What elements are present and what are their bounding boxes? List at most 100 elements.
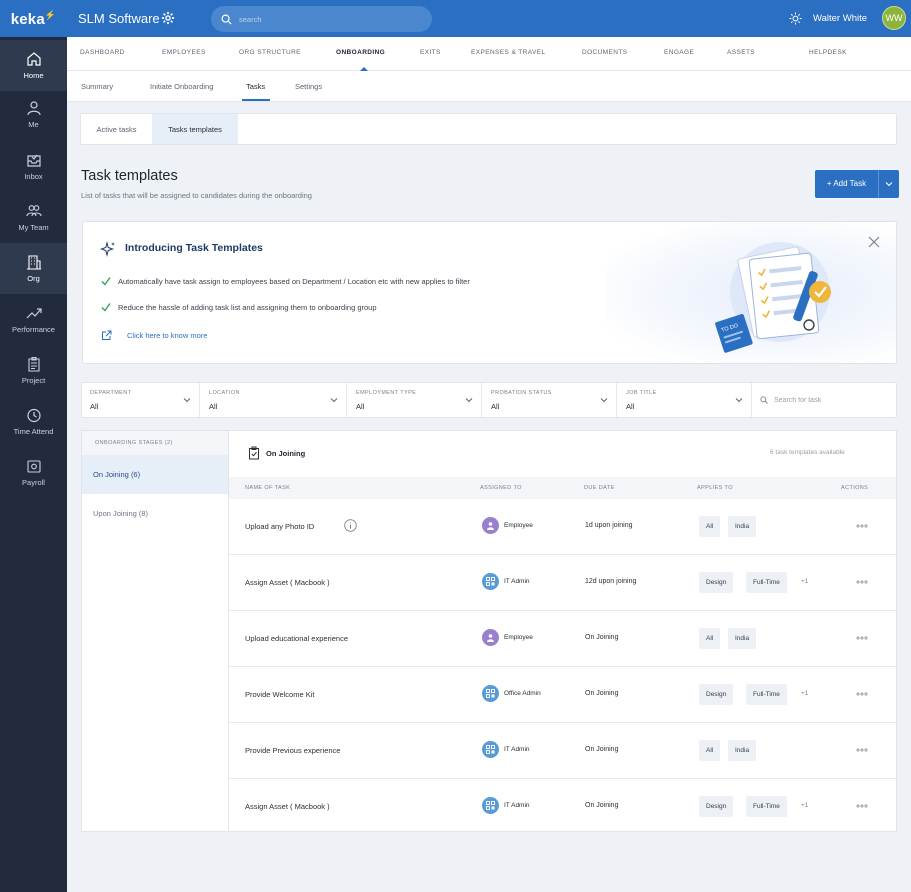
due-date: On Joining <box>585 746 619 753</box>
task-search[interactable] <box>753 383 897 417</box>
subnav-tasks[interactable]: Tasks <box>246 82 265 91</box>
stage-upon-joining[interactable]: Upon Joining (8) <box>82 494 228 533</box>
user-name[interactable]: Walter White <box>813 13 867 24</box>
trend-icon <box>26 308 42 319</box>
filter-label: JOB TITLE <box>626 390 657 396</box>
employee-avatar <box>482 517 499 534</box>
sidebar-item-org[interactable]: Org <box>0 243 67 294</box>
sparkle-icon <box>100 241 115 257</box>
nav-employees[interactable]: EMPLOYEES <box>162 49 206 56</box>
filter-department[interactable]: DEPARTMENT All <box>82 383 200 417</box>
applies-chip: Full-Time <box>746 684 787 705</box>
more-actions-icon[interactable] <box>856 691 868 697</box>
sidebar-item-me[interactable]: Me <box>0 89 67 140</box>
onboarding-stages-panel: ONBOARDING STAGES (2) On Joining (6) Upo… <box>81 430 228 832</box>
stage-title: On Joining <box>266 449 306 458</box>
more-actions-icon[interactable] <box>856 803 868 809</box>
table-row[interactable]: Provide Previous experience IT Admin On … <box>229 723 896 779</box>
clock-icon <box>26 408 41 423</box>
filter-job-title[interactable]: JOB TITLE All <box>618 383 752 417</box>
subnav-summary[interactable]: Summary <box>81 82 113 91</box>
sidebar-item-project[interactable]: Project <box>0 345 67 396</box>
nav-onboarding[interactable]: ONBOARDING <box>336 49 385 56</box>
assignee-name: Office Admin <box>504 690 541 697</box>
table-row[interactable]: Upload any Photo ID Employee 1d upon joi… <box>229 499 896 555</box>
applies-more[interactable]: +1 <box>801 802 808 809</box>
assignee: IT Admin <box>482 573 530 590</box>
active-subnav-underline <box>242 99 270 101</box>
org-name[interactable]: SLM Software <box>78 11 160 26</box>
col-applies-to: APPLIES TO <box>697 485 733 491</box>
admin-avatar <box>482 797 499 814</box>
applies-more[interactable]: +1 <box>801 578 808 585</box>
close-icon[interactable] <box>868 236 880 248</box>
nav-dashboard[interactable]: DASHBOARD <box>80 49 125 56</box>
sidebar-item-performance[interactable]: Performance <box>0 294 67 345</box>
assignee: Office Admin <box>482 685 541 702</box>
filter-label: PROBATION STATUS <box>491 390 552 396</box>
subnav-settings[interactable]: Settings <box>295 82 322 91</box>
tab-tasks-templates[interactable]: Tasks templates <box>152 114 238 144</box>
add-task-dropdown[interactable] <box>879 181 899 187</box>
stage-on-joining[interactable]: On Joining (6) <box>82 455 228 494</box>
sidebar-label: Home <box>23 71 44 80</box>
table-row[interactable]: Upload educational experience Employee O… <box>229 611 896 667</box>
nav-org-structure[interactable]: ORG STRUCTURE <box>239 49 301 56</box>
chevron-down-icon <box>600 398 608 403</box>
assignee-name: Employee <box>504 522 533 529</box>
applies-chip: All <box>699 628 721 649</box>
applies-chip: Full-Time <box>746 796 787 817</box>
table-header: NAME OF TASK ASSIGNED TO DUE DATE APPLIE… <box>229 477 896 499</box>
table-row[interactable]: Assign Asset ( Macbook ) IT Admin On Joi… <box>229 779 896 835</box>
know-more-link[interactable]: Click here to know more <box>101 330 207 341</box>
search-icon <box>221 14 232 25</box>
search-input[interactable] <box>239 14 419 24</box>
subnav-initiate-onboarding[interactable]: Initiate Onboarding <box>150 82 213 91</box>
sidebar-item-payroll[interactable]: Payroll <box>0 447 67 498</box>
admin-avatar <box>482 685 499 702</box>
sidebar-label: Time Attend <box>13 427 54 436</box>
gear-icon[interactable] <box>161 11 175 25</box>
logo-box[interactable]: keka⚡ <box>0 0 67 37</box>
external-link-icon <box>102 330 112 340</box>
task-search-input[interactable] <box>774 396 894 404</box>
sidebar-item-time-attend[interactable]: Time Attend <box>0 396 67 447</box>
col-name-of-task: NAME OF TASK <box>245 485 291 491</box>
more-actions-icon[interactable] <box>856 747 868 753</box>
page-subtitle: List of tasks that will be assigned to c… <box>81 191 312 200</box>
more-actions-icon[interactable] <box>856 579 868 585</box>
due-date: On Joining <box>585 634 619 641</box>
sidebar-item-inbox[interactable]: Inbox <box>0 141 67 192</box>
page-title: Task templates <box>81 168 178 184</box>
global-search[interactable] <box>211 6 432 32</box>
filter-employment-type[interactable]: EMPLOYMENT TYPE All <box>348 383 482 417</box>
nav-helpdesk[interactable]: HELPDESK <box>809 49 847 56</box>
know-more-text[interactable]: Click here to know more <box>127 331 207 340</box>
info-icon[interactable] <box>344 519 357 532</box>
nav-assets[interactable]: ASSETS <box>727 49 755 56</box>
nav-expenses-travel[interactable]: EXPENSES & TRAVEL <box>471 49 545 56</box>
user-avatar[interactable]: WW <box>882 6 906 30</box>
qr-icon <box>486 801 495 810</box>
chevron-down-icon <box>735 398 743 403</box>
filter-probation-status[interactable]: PROBATION STATUS All <box>483 383 617 417</box>
add-task-button[interactable]: + Add Task <box>815 170 899 198</box>
sidebar-item-my-team[interactable]: My Team <box>0 192 67 243</box>
tab-active-tasks[interactable]: Active tasks <box>81 114 152 144</box>
table-row[interactable]: Provide Welcome Kit Office Admin On Join… <box>229 667 896 723</box>
table-row[interactable]: Assign Asset ( Macbook ) IT Admin 12d up… <box>229 555 896 611</box>
nav-exits[interactable]: EXITS <box>420 49 441 56</box>
sidebar-item-home[interactable]: Home <box>0 40 67 91</box>
more-actions-icon[interactable] <box>856 523 868 529</box>
more-actions-icon[interactable] <box>856 635 868 641</box>
home-icon <box>26 52 41 66</box>
user-icon <box>26 101 41 116</box>
filter-label: EMPLOYMENT TYPE <box>356 390 417 396</box>
theme-sun-icon[interactable] <box>789 12 802 25</box>
nav-engage[interactable]: ENGAGE <box>664 49 694 56</box>
applies-more[interactable]: +1 <box>801 690 808 697</box>
filter-location[interactable]: LOCATION All <box>201 383 347 417</box>
nav-documents[interactable]: DOCUMENTS <box>582 49 628 56</box>
add-task-label[interactable]: + Add Task <box>815 170 879 198</box>
intro-title: Introducing Task Templates <box>125 242 263 254</box>
